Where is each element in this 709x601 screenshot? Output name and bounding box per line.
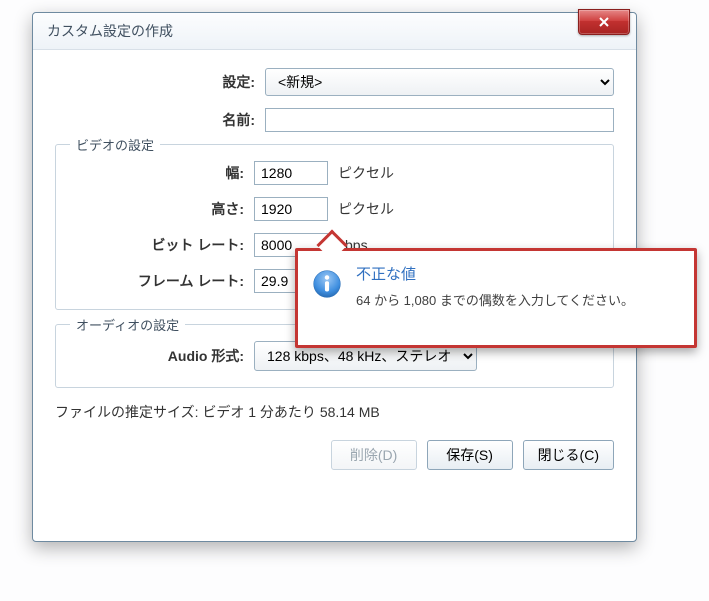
audio-format-label: Audio 形式: — [74, 346, 254, 366]
error-title: 不正な値 — [356, 263, 680, 284]
height-label: 高さ: — [74, 199, 254, 219]
width-input[interactable] — [254, 161, 328, 185]
error-tooltip: 不正な値 64 から 1,080 までの偶数を入力してください。 — [295, 248, 697, 348]
close-button[interactable]: 閉じる(C) — [523, 440, 614, 470]
height-input[interactable] — [254, 197, 328, 221]
row-height: 高さ: ピクセル — [74, 197, 595, 221]
width-unit: ピクセル — [338, 163, 394, 183]
dialog-title: カスタム設定の作成 — [47, 21, 173, 41]
height-unit: ピクセル — [338, 199, 394, 219]
row-width: 幅: ピクセル — [74, 161, 595, 185]
error-message: 64 から 1,080 までの偶数を入力してください。 — [356, 290, 680, 309]
width-label: 幅: — [74, 163, 254, 183]
title-bar: カスタム設定の作成 — [33, 13, 636, 50]
save-button[interactable]: 保存(S) — [427, 440, 513, 470]
name-label: 名前: — [55, 110, 265, 130]
tooltip-arrow-mask — [317, 251, 351, 265]
framerate-label: フレーム レート: — [74, 271, 254, 291]
row-name: 名前: — [55, 108, 614, 132]
video-legend: ビデオの設定 — [70, 135, 160, 154]
file-estimate: ファイルの推定サイズ: ビデオ 1 分あたり 58.14 MB — [55, 402, 614, 422]
close-icon — [598, 16, 610, 28]
audio-legend: オーディオの設定 — [70, 315, 185, 334]
button-row: 削除(D) 保存(S) 閉じる(C) — [55, 440, 614, 470]
setting-label: 設定: — [55, 72, 265, 92]
bitrate-label: ビット レート: — [74, 235, 254, 255]
row-setting: 設定: <新規> — [55, 68, 614, 96]
setting-select[interactable]: <新規> — [265, 68, 614, 96]
name-input[interactable] — [265, 108, 614, 132]
window-close-button[interactable] — [578, 9, 630, 35]
delete-button[interactable]: 削除(D) — [331, 440, 417, 470]
info-icon — [312, 269, 342, 299]
